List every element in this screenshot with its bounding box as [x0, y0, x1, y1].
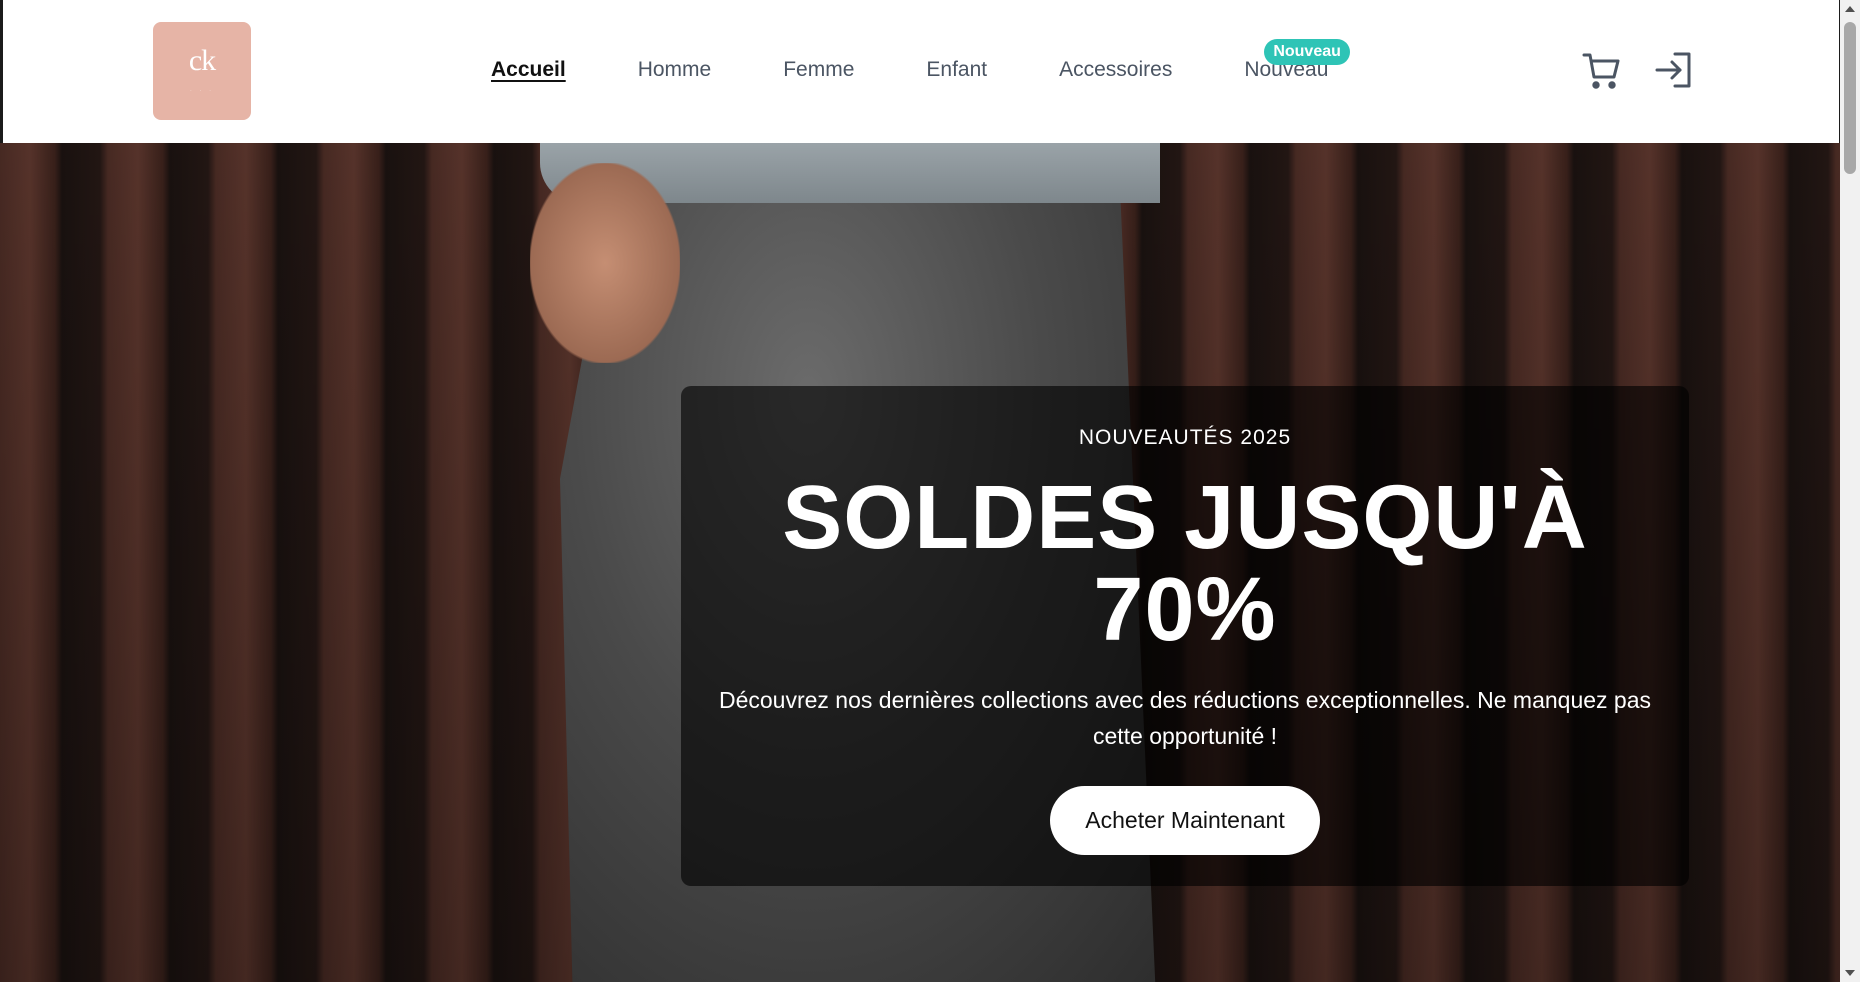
site-header: ck · · · Accueil Homme Femme Enfant Acce… — [3, 0, 1839, 143]
shop-now-button[interactable]: Acheter Maintenant — [1050, 786, 1320, 855]
logo-subtitle: · · · — [189, 88, 215, 94]
vertical-scrollbar[interactable] — [1840, 0, 1860, 982]
nav-item-accessoires[interactable]: Accessoires — [1059, 55, 1172, 85]
promo-description: Découvrez nos dernières collections avec… — [718, 687, 1652, 749]
hero-model-hand — [530, 163, 680, 363]
cart-icon — [1582, 53, 1620, 89]
nav-item-femme[interactable]: Femme — [783, 55, 854, 85]
login-icon — [1655, 52, 1691, 88]
nav-item-nouveau[interactable]: Nouveau Nouveau — [1244, 39, 1350, 85]
new-badge: Nouveau — [1264, 39, 1350, 65]
scrollbar-thumb[interactable] — [1844, 22, 1856, 174]
promo-card: NOUVEAUTÉS 2025 SOLDES JUSQU'À 70% Décou… — [681, 386, 1689, 886]
main-nav: Accueil Homme Femme Enfant Accessoires N… — [491, 39, 1350, 85]
nav-item-homme[interactable]: Homme — [638, 55, 712, 85]
scroll-up-arrow-icon[interactable] — [1845, 6, 1855, 12]
promo-headline: SOLDES JUSQU'À 70% — [782, 468, 1588, 660]
hero-banner: NOUVEAUTÉS 2025 SOLDES JUSQU'À 70% Décou… — [0, 143, 1840, 982]
nav-item-accueil[interactable]: Accueil — [491, 55, 566, 85]
page: ck · · · Accueil Homme Femme Enfant Acce… — [0, 0, 1860, 982]
logo[interactable]: ck · · · — [153, 22, 251, 120]
cart-button[interactable] — [1581, 50, 1621, 90]
scroll-down-arrow-icon[interactable] — [1845, 970, 1855, 976]
logo-mark: ck — [188, 44, 216, 77]
promo-eyebrow: NOUVEAUTÉS 2025 — [1078, 426, 1292, 449]
nav-item-enfant[interactable]: Enfant — [926, 55, 987, 85]
login-button[interactable] — [1653, 50, 1693, 90]
